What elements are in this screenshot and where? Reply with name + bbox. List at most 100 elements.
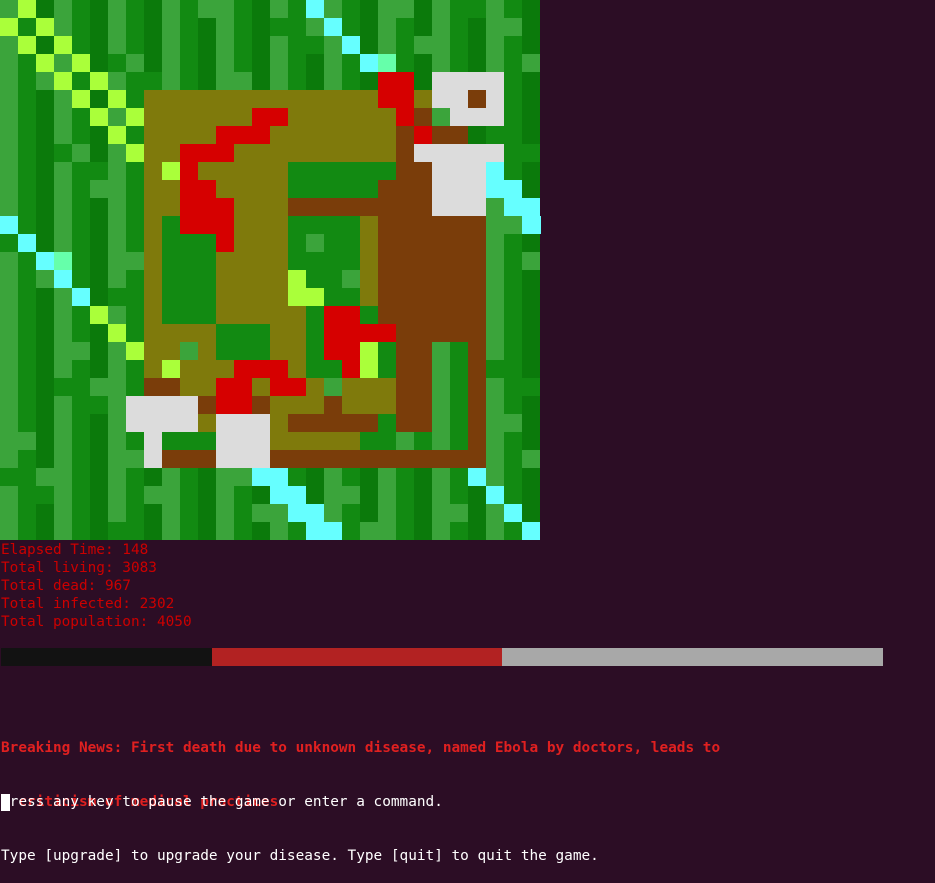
grass-tile <box>90 162 108 180</box>
water-tile <box>342 36 360 54</box>
infected-tile <box>216 234 234 252</box>
breaking-news-line-1: Breaking News: First death due to unknow… <box>1 740 721 756</box>
grass-tile <box>36 72 54 90</box>
beach-tile <box>108 324 126 342</box>
water-tile <box>306 504 324 522</box>
population-bar-living-segment <box>502 648 883 666</box>
beach-tile <box>72 90 90 108</box>
water-tile <box>54 270 72 288</box>
grass-tile <box>486 378 504 396</box>
grass-tile <box>342 54 360 72</box>
town-grass-patch <box>306 234 324 252</box>
road-tile <box>324 396 342 432</box>
beach-tile <box>36 54 54 72</box>
grass-tile <box>396 0 414 18</box>
road-tile <box>144 378 180 396</box>
grass-tile <box>432 468 450 486</box>
town-beach-tile <box>360 342 378 378</box>
infected-tile <box>396 108 414 126</box>
water-tile <box>288 486 306 504</box>
water-tile <box>270 468 288 486</box>
building-tile <box>126 396 198 432</box>
total-population-stat: Total population: 4050 <box>1 614 192 630</box>
town-grass-patch <box>162 432 216 450</box>
grass-tile <box>54 144 72 162</box>
water-tile <box>360 54 378 72</box>
town-grass-patch <box>396 432 414 450</box>
grass-stripe <box>0 0 18 540</box>
grass-tile <box>18 126 36 144</box>
water-tile <box>486 162 504 180</box>
beach-tile <box>90 72 108 90</box>
water-tile <box>468 468 486 486</box>
water-tile <box>504 504 522 522</box>
road-tile <box>162 450 486 468</box>
grass-tile <box>0 468 18 486</box>
grass-tile <box>72 342 90 360</box>
grass-tile <box>18 432 36 450</box>
stats-panel: Elapsed Time: 148 Total living: 3083 Tot… <box>1 541 192 631</box>
command-prompt: Press any key to pause the game or enter… <box>1 757 599 883</box>
grass-tile <box>144 72 162 90</box>
water-tile <box>270 486 288 504</box>
water-tile <box>72 288 90 306</box>
building-tile <box>450 108 504 126</box>
beach-tile <box>18 0 36 18</box>
beach-tile <box>108 90 126 108</box>
grass-tile <box>126 450 144 468</box>
terminal-cursor[interactable] <box>1 794 10 811</box>
beach-tile <box>18 36 36 54</box>
total-infected-stat: Total infected: 2302 <box>1 596 175 612</box>
water-tile <box>540 216 541 234</box>
grass-tile <box>522 450 540 468</box>
infected-tile <box>180 144 234 162</box>
infected-tile <box>324 306 360 324</box>
infected-tile <box>414 126 432 144</box>
infected-tile <box>234 360 288 378</box>
grass-tile <box>306 36 324 54</box>
water-tile <box>0 216 18 234</box>
grass-tile <box>504 216 522 234</box>
grass-tile <box>270 18 288 36</box>
grass-tile <box>234 468 252 486</box>
infected-tile <box>216 126 270 144</box>
grass-tile <box>54 108 72 126</box>
water-tile <box>306 0 324 18</box>
grass-tile <box>468 0 486 18</box>
infected-tile <box>252 108 288 126</box>
beach-tile <box>126 108 144 126</box>
world-map <box>0 0 541 540</box>
beach-tile <box>36 18 54 36</box>
grass-tile <box>126 54 144 72</box>
building-tile <box>414 144 504 162</box>
grass-tile <box>504 18 522 36</box>
road-tile <box>288 198 432 216</box>
grass-tile <box>198 0 216 18</box>
water-tile <box>486 180 504 198</box>
grass-tile <box>360 522 378 540</box>
prompt-line-1: Press any key to pause the game or enter… <box>1 794 443 810</box>
water-tile <box>324 18 342 36</box>
beach-tile <box>54 36 72 54</box>
grass-tile <box>504 414 522 432</box>
grass-tile <box>126 180 144 198</box>
infected-tile <box>342 360 360 378</box>
infected-tile <box>324 342 360 360</box>
grass-tile <box>108 18 126 36</box>
water-tile <box>522 522 540 540</box>
grass-tile <box>108 216 126 234</box>
grass-tile <box>324 54 342 72</box>
grass-tile <box>18 360 36 378</box>
town-grass-patch <box>342 270 360 288</box>
infected-tile <box>324 324 396 342</box>
grass-tile <box>306 18 324 36</box>
total-living-stat: Total living: 3083 <box>1 560 157 576</box>
water-tile <box>522 216 540 234</box>
beach-tile <box>90 306 108 324</box>
grass-tile <box>36 468 54 486</box>
population-bar-dead-segment <box>1 648 212 666</box>
grass-tile <box>0 234 18 252</box>
beach-tile <box>0 18 18 36</box>
grass-tile <box>54 504 72 522</box>
building-door <box>468 90 486 108</box>
